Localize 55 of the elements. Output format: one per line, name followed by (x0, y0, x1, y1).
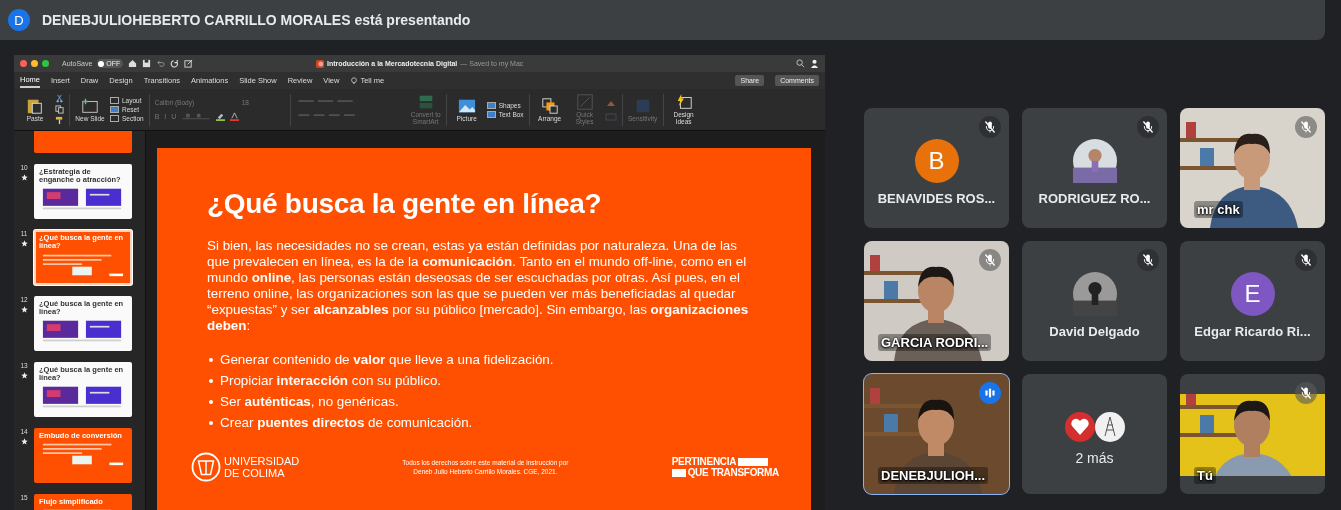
presenter-avatar: D (8, 9, 30, 31)
highlight-icon[interactable] (216, 111, 226, 121)
brush-icon[interactable] (55, 116, 64, 125)
bullet-icon (209, 399, 213, 404)
participant-tile[interactable]: Tú (1180, 374, 1325, 494)
bullet-text: Propiciar interacción con su público. (220, 373, 442, 388)
account-icon[interactable] (810, 59, 819, 68)
participant-name: David Delgado (1049, 323, 1140, 339)
bullet-text: Ser auténticas, no genéricas. (220, 394, 399, 409)
participant-name: Tú (1194, 467, 1216, 484)
participant-name: GARCIA RODRI... (878, 334, 992, 351)
presenter-text: DENEBJULIOHEBERTO CARRILLO MORALES está presentando (42, 12, 471, 28)
participant-tile[interactable]: mr chk (1180, 108, 1325, 228)
slide-title: ¿Qué busca la gente en línea? (207, 188, 603, 220)
slogan-logo: PERTINENCIA QUE TRANSFORMA (671, 456, 779, 478)
arrange-icon[interactable] (540, 96, 559, 115)
participant-name: Edgar Ricardo Ri... (1194, 323, 1311, 339)
bullet-icon (209, 420, 213, 425)
bullet-text: Crear puentes directos de comunicación. (220, 415, 473, 430)
participant-name: mr chk (1194, 201, 1243, 218)
scissors-icon[interactable] (55, 94, 64, 103)
redo-icon[interactable] (170, 59, 180, 68)
bullet-text: Generar contenido de valor que lleve a una fidelización. (220, 352, 554, 367)
powerpoint-logo-icon (316, 59, 324, 68)
participant-avatar: B (914, 138, 959, 183)
tower-avatar-icon (1094, 412, 1125, 442)
crest-icon (191, 452, 221, 482)
font-color-icon[interactable] (230, 111, 240, 121)
participant-name: RODRIGUEZ RO... (1038, 190, 1151, 206)
participant-avatar: E (1230, 271, 1275, 316)
undo-icon[interactable] (156, 59, 166, 68)
participant-tile[interactable]: GARCIA RODRI... (864, 241, 1009, 361)
speaking-icon (979, 382, 1001, 404)
heart-avatar-icon (1064, 412, 1095, 442)
more-participants-count: 2 más (1075, 450, 1114, 466)
home-icon[interactable] (128, 59, 138, 68)
lightbulb-icon (350, 76, 359, 85)
participant-name: BENAVIDES ROS... (877, 190, 996, 206)
participant-name: DENEBJULIOH... (878, 467, 988, 484)
window-controls-icon[interactable] (20, 60, 49, 67)
participant-tile[interactable]: RODRIGUEZ RO... (1022, 108, 1167, 228)
save-icon[interactable] (142, 59, 152, 68)
university-name: UNIVERSIDAD DE COLIMA (224, 455, 300, 479)
slide-paragraph: Si bien, las necesidades no se crean, estas ya están definidas por naturaleza. Una de las que prevalecen en línea, es la de la comunicación. Tanto en el mundo off-line, como en el mundo online, las personas están deseosas de ser escuchadas por otras. Así pues, en el terreno online, las organizaciones son las que se pueden ver más beneficiadas al quedar “expuestas” y ser alcanzables por su público [mercado]. Sin embargo, las organizaciones deben: (207, 238, 750, 334)
participant-tile[interactable]: B BENAVIDES ROS... (864, 108, 1009, 228)
bullet-icon (209, 378, 213, 383)
new-slide-icon[interactable] (81, 96, 99, 115)
participant-tile[interactable]: David Delgado (1022, 241, 1167, 361)
edit-icon[interactable] (184, 59, 194, 68)
participant-tile[interactable]: E Edgar Ricardo Ri... (1180, 241, 1325, 361)
participant-tile[interactable]: 2 más (1022, 374, 1167, 494)
search-icon[interactable] (796, 59, 805, 68)
bullet-icon (209, 357, 213, 362)
participant-tile[interactable]: DENEBJULIOH... (864, 374, 1009, 494)
copy-icon[interactable] (55, 105, 64, 114)
